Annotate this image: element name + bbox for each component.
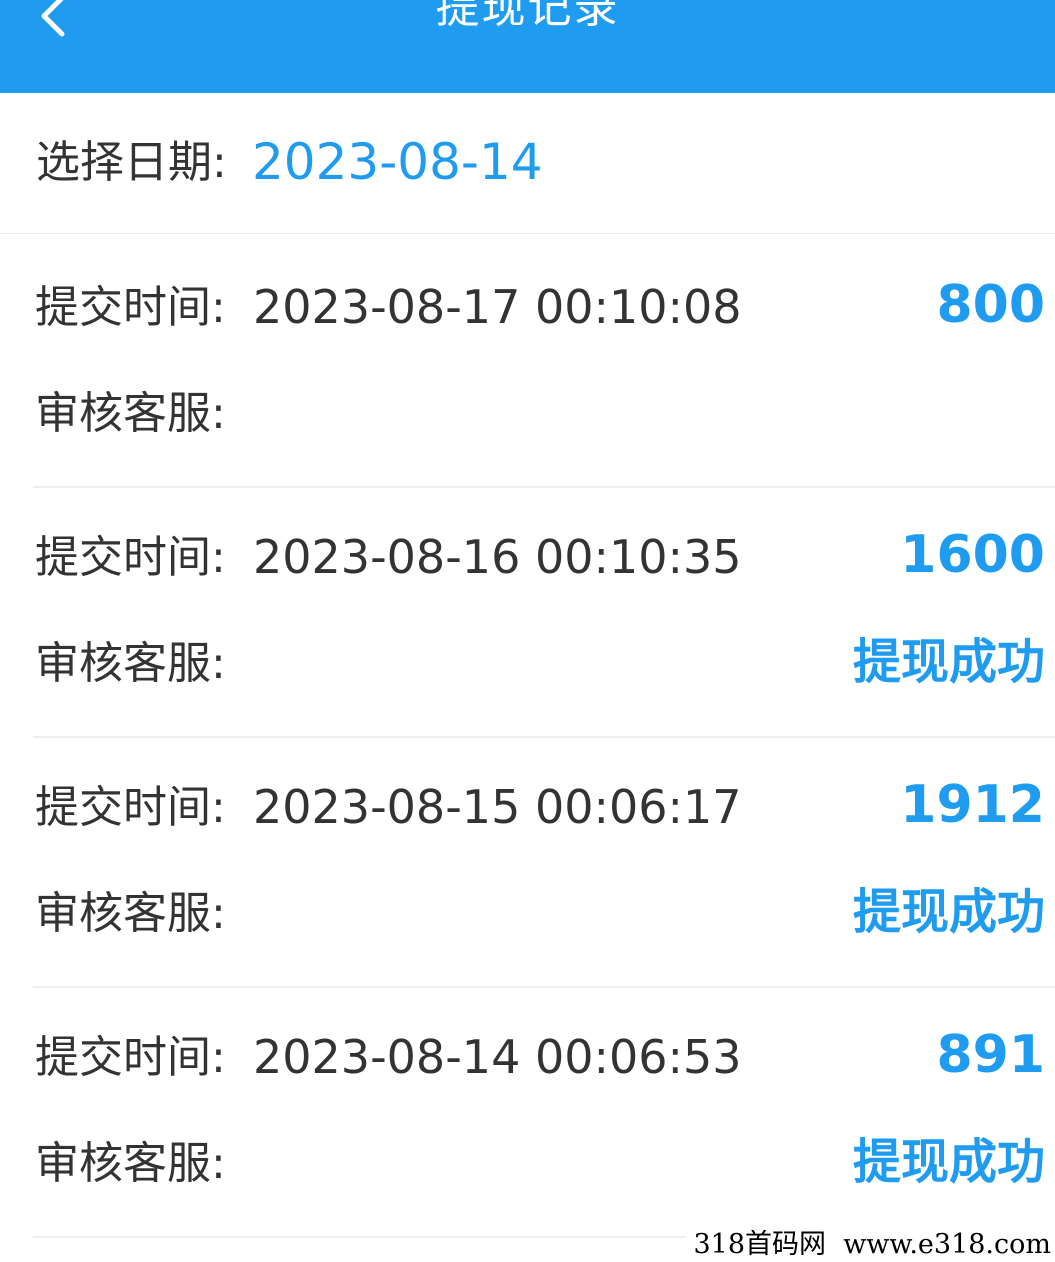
withdrawal-status: 提现成功 [852, 634, 1045, 690]
withdrawal-record[interactable]: 提交时间: 2023-08-14 00:06:53 891 审核客服: 提现成功 [33, 986, 1055, 1238]
withdrawal-amount: 1912 [900, 775, 1045, 835]
withdrawal-record[interactable]: 提交时间: 2023-08-17 00:10:08 800 审核客服: [33, 236, 1055, 488]
date-picker[interactable]: 2023-08-14 [252, 131, 543, 193]
reviewer-label: 审核客服: [35, 388, 226, 439]
withdrawal-record[interactable]: 提交时间: 2023-08-16 00:10:35 1600 审核客服: 提现成… [33, 486, 1055, 738]
submit-time-label: 提交时间: [35, 1032, 226, 1083]
page-title: 提现记录 [435, 0, 620, 33]
date-filter-label: 选择日期: [36, 137, 227, 188]
withdrawal-amount: 800 [936, 275, 1045, 335]
submit-time-value: 2023-08-16 00:10:35 [253, 530, 742, 584]
withdrawal-record[interactable]: 提交时间: 2023-08-15 00:06:17 1912 审核客服: 提现成… [33, 736, 1055, 988]
submit-time-value: 2023-08-14 00:06:53 [253, 1030, 742, 1084]
reviewer-label: 审核客服: [35, 888, 226, 939]
submit-time-value: 2023-08-15 00:06:17 [253, 780, 742, 834]
submit-time-value: 2023-08-17 00:10:08 [253, 280, 742, 334]
site-watermark: 318首码网 www.e318.com [685, 1228, 1055, 1262]
submit-time-label: 提交时间: [35, 532, 226, 583]
date-filter-row: 选择日期: 2023-08-14 [0, 93, 1055, 234]
reviewer-label: 审核客服: [35, 638, 226, 689]
withdrawal-status: 提现成功 [852, 1134, 1045, 1190]
app-header: 提现记录 [0, 0, 1055, 93]
withdrawal-status: 提现成功 [852, 884, 1045, 940]
withdrawal-amount: 891 [936, 1025, 1045, 1085]
withdrawal-amount: 1600 [900, 525, 1045, 585]
submit-time-label: 提交时间: [35, 782, 226, 833]
submit-time-label: 提交时间: [35, 282, 226, 333]
reviewer-label: 审核客服: [35, 1138, 226, 1189]
